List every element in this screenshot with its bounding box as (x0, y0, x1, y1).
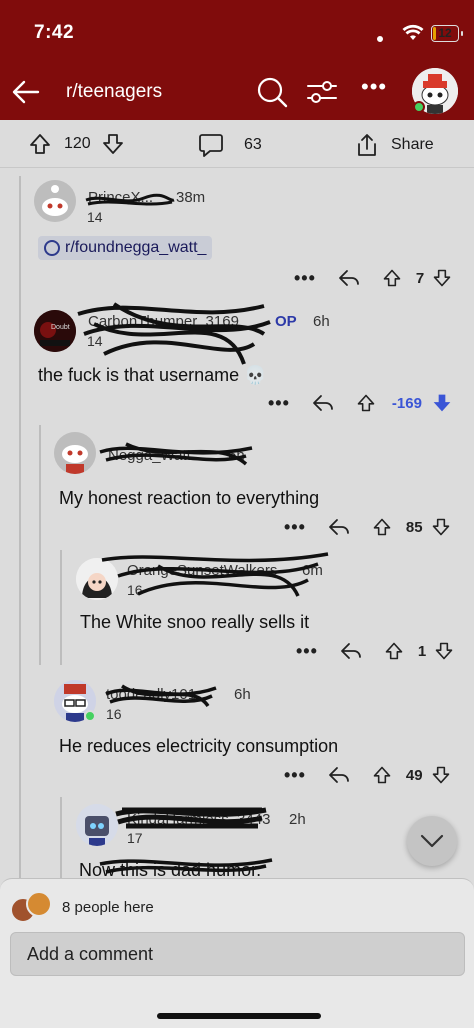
back-arrow-icon[interactable] (10, 76, 42, 108)
community-icon (44, 240, 60, 256)
comment-time: 6m (302, 562, 323, 579)
avatar[interactable] (54, 432, 96, 474)
comment-body: My honest reaction to everything (59, 488, 320, 508)
more-options-icon[interactable]: ••• (361, 76, 387, 98)
comment-bubble-icon (199, 134, 223, 157)
upvote-icon[interactable] (356, 393, 376, 413)
avatar[interactable] (76, 558, 118, 600)
comment-author[interactable]: toodeadly101 (106, 686, 196, 703)
wifi-icon (402, 24, 424, 40)
upvote-icon[interactable] (28, 132, 52, 156)
comment-author[interactable]: KindaHarmless_3443 (127, 811, 270, 828)
status-time: 7:42 (34, 22, 75, 43)
add-comment-field[interactable] (10, 932, 465, 976)
people-here-count: 8 people here (62, 899, 154, 916)
thread-line (60, 797, 62, 878)
comment-actions: ••• 1 (296, 641, 454, 661)
more-icon[interactable]: ••• (284, 766, 306, 784)
comment-karma: 14 (87, 209, 103, 225)
comment-vote-count: 1 (417, 642, 427, 660)
downvote-icon[interactable] (431, 517, 451, 537)
upvote-icon[interactable] (384, 641, 404, 661)
add-comment-input[interactable] (11, 933, 464, 975)
comment-vote-count: 49 (405, 766, 423, 784)
status-bar: 7:42 12 (0, 0, 474, 64)
filter-icon[interactable] (306, 78, 338, 106)
comment-body: The White snoo really sells it (80, 612, 310, 632)
comment-actions: ••• -169 (268, 393, 452, 413)
comment-author[interactable]: OrangeSunsetWalkers (127, 562, 277, 579)
comment-actions: ••• 7 (294, 268, 452, 288)
comment-count: 63 (244, 136, 262, 153)
downvote-icon[interactable] (101, 132, 125, 156)
comment-body: the fuck is that username 💀 (38, 365, 267, 385)
post-action-bar: 120 63 Share (0, 120, 474, 168)
comment-vote-count: 7 (415, 269, 425, 287)
flair-label: r/foundnegga_watt_ (65, 239, 207, 256)
home-indicator (157, 1013, 321, 1019)
reply-icon[interactable] (328, 517, 350, 537)
downvote-icon[interactable] (434, 641, 454, 661)
redaction-scribble (77, 302, 271, 365)
more-icon[interactable]: ••• (296, 642, 318, 660)
comment-karma: 14 (87, 333, 103, 349)
upvote-icon[interactable] (372, 517, 392, 537)
online-status-dot (84, 710, 96, 722)
reply-icon[interactable] (312, 393, 334, 413)
battery-indicator: 12 (431, 25, 463, 42)
more-icon[interactable]: ••• (284, 518, 306, 536)
comments-button[interactable]: 63 (198, 132, 262, 158)
subreddit-name[interactable]: r/teenagers (66, 81, 162, 103)
downvote-icon[interactable] (432, 268, 452, 288)
comment-actions: ••• 85 (284, 517, 451, 537)
upvote-icon[interactable] (372, 765, 392, 785)
comment-time: 6h (228, 447, 245, 464)
comment-author[interactable]: PrinceX... (88, 189, 153, 206)
comment-body: He reduces electricity consumption (59, 736, 339, 756)
comment-actions: ••• 49 (284, 765, 451, 785)
subreddit-header: r/teenagers ••• (0, 64, 474, 120)
share-button[interactable]: Share (354, 132, 434, 158)
avatar[interactable] (76, 804, 118, 846)
more-icon[interactable]: ••• (294, 269, 316, 287)
more-icon[interactable]: ••• (268, 394, 290, 412)
downvote-active-icon[interactable] (432, 393, 452, 413)
reply-icon[interactable] (338, 268, 360, 288)
location-dot (377, 36, 383, 42)
comment-time: 6h (234, 686, 251, 703)
comment-composer-bar: 8 people here (0, 878, 474, 1028)
comment-time: 2h (289, 811, 306, 828)
thread-line (60, 550, 62, 665)
chevron-down-icon (420, 834, 444, 848)
avatar-caption: Doubt (51, 324, 70, 331)
thread-line (19, 176, 21, 878)
downvote-icon[interactable] (431, 765, 451, 785)
op-badge: OP (275, 313, 297, 330)
thread-line (39, 425, 41, 665)
share-label: Share (391, 136, 434, 153)
comment-karma: 17 (127, 830, 143, 846)
comment-vote-count: -169 (391, 394, 422, 412)
online-status-dot (413, 101, 425, 113)
post-vote-count: 120 (64, 135, 91, 152)
comment-author[interactable]: CarbonThumper_3169 (88, 313, 239, 330)
avatar[interactable] (34, 180, 76, 222)
comment-flair[interactable]: r/foundnegga_watt_ (38, 236, 213, 260)
comment-karma: 16 (127, 582, 143, 598)
comment-time: 38m (176, 189, 206, 206)
avatar[interactable]: Doubt (34, 310, 76, 352)
battery-level: 12 (438, 26, 452, 40)
reply-icon[interactable] (328, 765, 350, 785)
avatar (26, 891, 52, 917)
share-icon (358, 134, 376, 156)
vote-group: 120 (28, 132, 125, 156)
comment-vote-count: 85 (405, 518, 423, 536)
comment-karma: 16 (106, 706, 122, 722)
search-icon[interactable] (256, 76, 288, 108)
upvote-icon[interactable] (382, 268, 402, 288)
jump-to-next-button[interactable] (407, 816, 457, 866)
comment-time: 6h (313, 313, 330, 330)
reply-icon[interactable] (340, 641, 362, 661)
comment-author[interactable]: Negga_Watt (108, 447, 191, 464)
